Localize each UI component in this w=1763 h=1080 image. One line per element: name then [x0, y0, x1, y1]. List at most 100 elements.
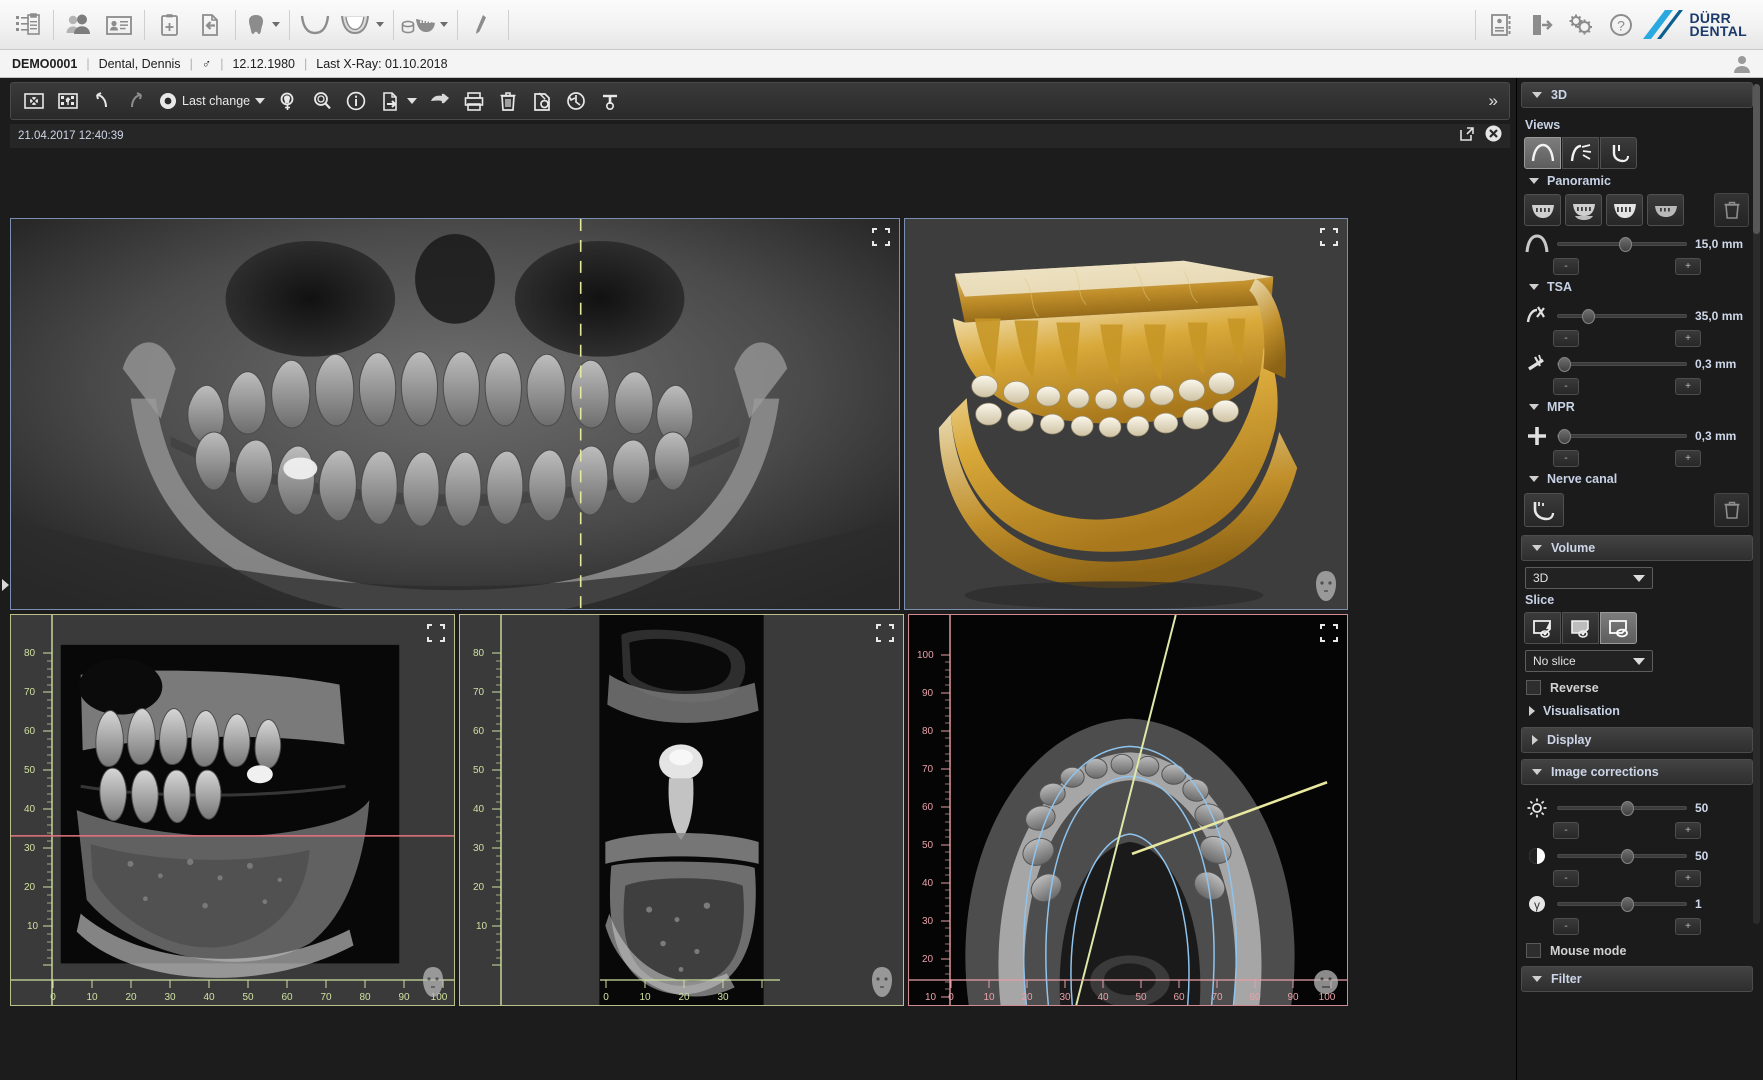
reverse-checkbox[interactable] — [1526, 680, 1541, 695]
group-image-corrections-header[interactable]: Image corrections — [1521, 759, 1753, 785]
minus-button[interactable]: - — [1553, 450, 1579, 467]
sidebar-scrollbar-thumb[interactable] — [1753, 84, 1760, 234]
left-panel-expand-arrow[interactable] — [1, 578, 11, 597]
plus-button[interactable]: + — [1675, 918, 1701, 935]
image-mosaic-icon[interactable] — [51, 86, 85, 116]
gear-icon[interactable] — [1561, 5, 1601, 45]
new-record-icon[interactable] — [150, 5, 190, 45]
slice-select[interactable]: No slice — [1525, 650, 1653, 672]
tsa-length-slider[interactable] — [1557, 309, 1687, 323]
nerve-canal-section-header[interactable]: Nerve canal — [1521, 467, 1753, 491]
plus-button[interactable]: + — [1675, 378, 1701, 395]
nerve-canal-delete-icon[interactable] — [1714, 493, 1749, 527]
head-orientation-widget[interactable] — [1311, 569, 1341, 603]
gamma-slider[interactable] — [1557, 897, 1687, 911]
restore-icon[interactable] — [559, 86, 593, 116]
slider-knob[interactable] — [1619, 237, 1632, 252]
brightness-slider[interactable] — [1557, 801, 1687, 815]
panoramic-arch-icon[interactable] — [295, 5, 335, 45]
measure-pen-icon[interactable] — [463, 5, 503, 45]
slider-knob[interactable] — [1582, 309, 1595, 324]
chevron-down-icon[interactable] — [440, 22, 448, 27]
slider-knob[interactable] — [1621, 801, 1634, 816]
pano-preset-2-icon[interactable] — [1565, 194, 1602, 226]
sidebar-scrollbar[interactable] — [1753, 84, 1760, 924]
minus-button[interactable]: - — [1553, 870, 1579, 887]
mouse-mode-checkbox[interactable] — [1526, 943, 1541, 958]
volume-mode-select[interactable]: 3D — [1525, 567, 1653, 589]
delete-icon[interactable] — [491, 86, 525, 116]
expand-icon[interactable] — [1319, 623, 1339, 643]
slider-knob[interactable] — [1621, 897, 1634, 912]
mpr-thickness-slider[interactable] — [1557, 429, 1687, 443]
plus-button[interactable]: + — [1675, 258, 1701, 275]
patient-icon[interactable] — [59, 5, 99, 45]
last-change-dropdown[interactable]: Last change — [153, 86, 271, 116]
expand-icon[interactable] — [875, 623, 895, 643]
group-filter-header[interactable]: Filter — [1521, 966, 1753, 992]
tooth-icon[interactable] — [241, 5, 271, 45]
mouse-mode-row[interactable]: Mouse mode — [1521, 935, 1753, 962]
slice-clip-icon[interactable] — [1562, 612, 1599, 644]
tsa-section-header[interactable]: TSA — [1521, 275, 1753, 299]
logout-icon[interactable] — [1521, 5, 1561, 45]
slider-knob[interactable] — [1621, 849, 1634, 864]
info-icon[interactable] — [339, 86, 373, 116]
slider-knob[interactable] — [1558, 357, 1571, 372]
volume-3d-icon[interactable] — [399, 5, 439, 45]
user-account-icon[interactable] — [1731, 53, 1753, 78]
send-icon[interactable] — [423, 86, 457, 116]
group-volume-header[interactable]: Volume — [1521, 535, 1753, 561]
pano-preset-3-icon[interactable] — [1606, 194, 1643, 226]
view-tsa-icon[interactable] — [1562, 137, 1599, 169]
viewport-panoramic[interactable] — [10, 218, 900, 610]
detach-window-icon[interactable] — [1459, 126, 1475, 147]
view-panoramic-arch-icon[interactable] — [1524, 137, 1561, 169]
pano-thickness-slider[interactable] — [1557, 237, 1687, 251]
head-orientation-widget[interactable] — [1311, 965, 1341, 999]
plus-button[interactable]: + — [1675, 450, 1701, 467]
reverse-checkbox-row[interactable]: Reverse — [1521, 672, 1753, 699]
minus-button[interactable]: - — [1553, 918, 1579, 935]
magnifier-icon[interactable] — [305, 86, 339, 116]
print-icon[interactable] — [457, 86, 491, 116]
slice-front-icon[interactable] — [1524, 612, 1561, 644]
pano-delete-icon[interactable] — [1714, 193, 1749, 227]
import-record-icon[interactable] — [190, 5, 230, 45]
close-icon[interactable] — [1485, 125, 1502, 147]
plus-button[interactable]: + — [1675, 330, 1701, 347]
chevron-down-icon[interactable] — [272, 22, 280, 27]
minus-button[interactable]: - — [1553, 822, 1579, 839]
panoramic-section-header[interactable]: Panoramic — [1521, 169, 1753, 193]
viewport-sagittal[interactable]: 807060 504030 2010 — [10, 614, 455, 1006]
expand-icon[interactable] — [871, 227, 891, 247]
implant-icon[interactable] — [593, 86, 627, 116]
expand-icon[interactable] — [1319, 227, 1339, 247]
viewport-coronal[interactable]: 807060 504030 2010 01020 30 — [459, 614, 904, 1006]
redo-icon[interactable] — [119, 86, 153, 116]
head-orientation-widget[interactable] — [867, 965, 897, 999]
image-invert-icon[interactable] — [17, 86, 51, 116]
contrast-slider[interactable] — [1557, 849, 1687, 863]
ceph-arch-icon[interactable] — [335, 5, 375, 45]
minus-button[interactable]: - — [1553, 330, 1579, 347]
mpr-section-header[interactable]: MPR — [1521, 395, 1753, 419]
group-display-header[interactable]: Display — [1521, 727, 1753, 753]
viewport-axial[interactable]: 1009080 706050 403020 10 — [908, 614, 1348, 1006]
chevron-down-icon[interactable] — [376, 22, 384, 27]
chevron-down-icon[interactable] — [407, 98, 417, 104]
sidebar-collapse-arrow[interactable] — [1516, 546, 1519, 565]
toolbar-expand-button[interactable]: » — [1489, 91, 1503, 111]
group-3d-header[interactable]: 3D — [1521, 82, 1753, 108]
export-doc-icon[interactable] — [373, 86, 407, 116]
nerve-canal-icon[interactable] — [1524, 493, 1564, 527]
expand-icon[interactable] — [426, 623, 446, 643]
patient-list-icon[interactable] — [8, 5, 48, 45]
minus-button[interactable]: - — [1553, 258, 1579, 275]
pano-preset-4-icon[interactable] — [1647, 194, 1684, 226]
viewport-3d[interactable] — [904, 218, 1348, 610]
tsa-thickness-slider[interactable] — [1557, 357, 1687, 371]
undo-icon[interactable] — [85, 86, 119, 116]
annotate-icon[interactable] — [525, 86, 559, 116]
minus-button[interactable]: - — [1553, 378, 1579, 395]
